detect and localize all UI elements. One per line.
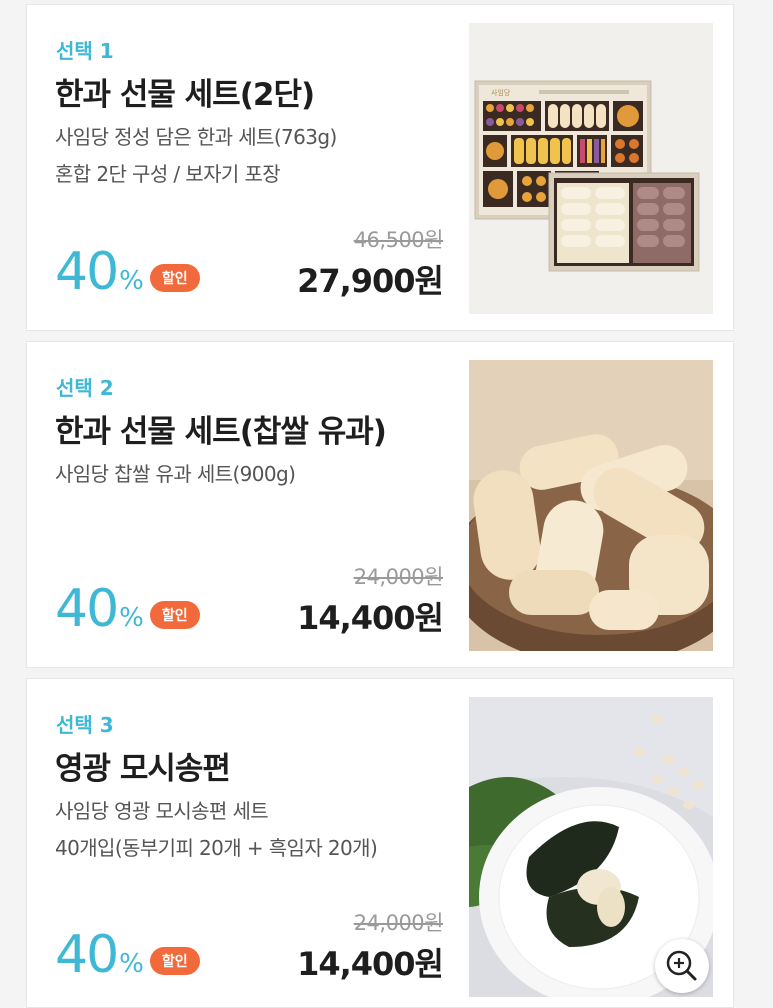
product-name[interactable]: 한과 선물 세트(2단) xyxy=(55,69,315,114)
discount-number: 40 xyxy=(55,925,119,985)
select-label: 선택 2 xyxy=(56,376,114,400)
zoom-button[interactable] xyxy=(655,939,709,993)
mosi-songpyeon-plate-image[interactable] xyxy=(469,697,713,997)
discount-rate: 40% 할인 xyxy=(55,579,200,639)
discount-number: 40 xyxy=(55,579,119,639)
product-card[interactable]: 선택 3 영광 모시송편 사임당 영광 모시송편 세트 40개입(동부기피 20… xyxy=(26,678,734,1008)
product-description: 사임당 찹쌀 유과 세트(900g) xyxy=(55,462,296,486)
product-description: 혼합 2단 구성 / 보자기 포장 xyxy=(55,162,281,186)
product-description: 사임당 정성 담은 한과 세트(763g) xyxy=(55,125,337,149)
original-price: 46,500원 xyxy=(353,228,444,252)
discount-badge: 할인 xyxy=(149,947,200,975)
product-description: 40개입(동부기피 20개 + 흑임자 20개) xyxy=(55,836,378,860)
yugwa-bowl-image[interactable] xyxy=(469,360,713,651)
zoom-in-icon[interactable] xyxy=(655,939,709,993)
sale-price: 14,400원 xyxy=(297,599,444,637)
discount-percent-sign: % xyxy=(119,266,144,296)
discount-rate: 40% 할인 xyxy=(55,242,200,302)
hangwa-row-2 xyxy=(483,135,643,167)
product-description: 사임당 영광 모시송편 세트 xyxy=(55,799,269,823)
original-price: 24,000원 xyxy=(353,911,444,935)
product-card[interactable]: 선택 2 한과 선물 세트(찹쌀 유과) 사임당 찹쌀 유과 세트(900g) … xyxy=(26,341,734,668)
select-label: 선택 1 xyxy=(56,39,114,63)
hangwa-gift-box-image[interactable]: 사임당 xyxy=(469,23,713,314)
original-price: 24,000원 xyxy=(353,565,444,589)
select-label: 선택 3 xyxy=(56,713,114,737)
sale-price: 14,400원 xyxy=(297,945,444,983)
yugwa-tray-left xyxy=(557,183,629,263)
hangwa-row-1 xyxy=(483,101,643,131)
discount-rate: 40% 할인 xyxy=(55,925,200,985)
discount-badge: 할인 xyxy=(149,601,200,629)
product-name[interactable]: 한과 선물 세트(찹쌀 유과) xyxy=(55,406,387,451)
product-name[interactable]: 영광 모시송편 xyxy=(55,743,231,788)
discount-percent-sign: % xyxy=(119,603,144,633)
discount-number: 40 xyxy=(55,242,119,302)
box-logo: 사임당 xyxy=(491,88,511,97)
product-card[interactable]: 선택 1 한과 선물 세트(2단) 사임당 정성 담은 한과 세트(763g) … xyxy=(26,4,734,331)
discount-badge: 할인 xyxy=(149,264,200,292)
sale-price: 27,900원 xyxy=(297,262,444,300)
discount-percent-sign: % xyxy=(119,949,144,979)
yugwa-tray-right xyxy=(633,183,691,263)
